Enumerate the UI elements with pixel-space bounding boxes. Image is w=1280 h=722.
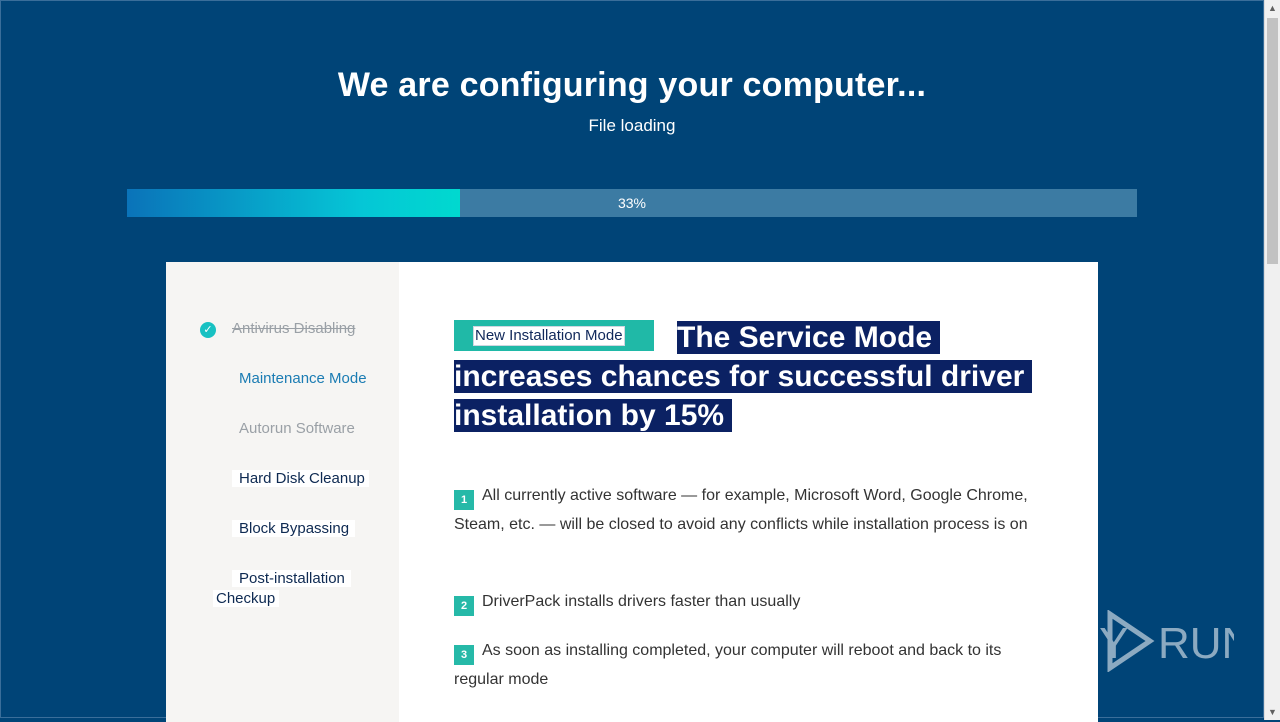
- progress-bar: 33%: [127, 189, 1137, 217]
- step-label: Checkup: [213, 590, 280, 607]
- headline-line-3: installation by 15%: [454, 399, 733, 432]
- step-post-installation: Post-installation: [232, 570, 351, 587]
- item-text: All currently active software — for exam…: [454, 487, 1028, 533]
- feature-item-1: 1 All currently active software — for exa…: [454, 482, 1034, 539]
- step-label: Block Bypassing: [232, 520, 356, 537]
- step-label: Hard Disk Cleanup: [232, 470, 369, 487]
- step-label: Antivirus Disabling: [232, 320, 356, 337]
- progress-percent: 33%: [617, 195, 647, 211]
- anyrun-watermark-logo: ANY RUN: [1038, 610, 1234, 672]
- item-number-badge: 3: [454, 645, 474, 665]
- mode-headline: The Service Mode increases chances for s…: [454, 318, 1034, 435]
- check-circle-icon: ✓: [200, 322, 216, 338]
- item-number-badge: 2: [454, 596, 474, 616]
- step-checkup: Checkup: [213, 590, 280, 607]
- headline-line-1: The Service Mode: [677, 321, 941, 354]
- item-text: DriverPack installs drivers faster than …: [482, 593, 801, 610]
- watermark-text-any: ANY: [1038, 619, 1128, 668]
- step-label: Post-installation: [232, 570, 351, 587]
- page-title: We are configuring your computer...: [337, 66, 927, 104]
- step-antivirus-disabling: ✓ Antivirus Disabling: [200, 320, 359, 338]
- step-hard-disk-cleanup: Hard Disk Cleanup: [232, 470, 369, 487]
- page-subtitle: File loading: [588, 116, 676, 135]
- step-label: Maintenance Mode: [239, 370, 367, 387]
- step-block-bypassing: Block Bypassing: [232, 520, 356, 537]
- steps-sidebar: ✓ Antivirus Disabling Maintenance Mode A…: [166, 262, 399, 722]
- step-maintenance-mode: Maintenance Mode: [236, 370, 371, 387]
- item-number-badge: 1: [454, 490, 474, 510]
- feature-item-3: 3 As soon as installing completed, your c…: [454, 637, 1034, 694]
- headline-line-2: increases chances for successful driver: [454, 360, 1033, 393]
- item-text: As soon as installing completed, your co…: [454, 642, 1002, 688]
- vertical-scrollbar[interactable]: ▲ ▼: [1264, 0, 1280, 720]
- step-label: Autorun Software: [239, 420, 355, 437]
- chevron-up-icon[interactable]: ▲: [1265, 0, 1280, 16]
- feature-item-2: 2 DriverPack installs drivers faster than…: [454, 588, 1034, 617]
- watermark-text-run: RUN: [1158, 619, 1234, 668]
- step-autorun-software: Autorun Software: [236, 420, 359, 437]
- scrollbar-thumb[interactable]: [1267, 18, 1278, 264]
- content-card: ✓ Antivirus Disabling Maintenance Mode A…: [166, 262, 1098, 722]
- chevron-down-icon[interactable]: ▼: [1265, 704, 1280, 720]
